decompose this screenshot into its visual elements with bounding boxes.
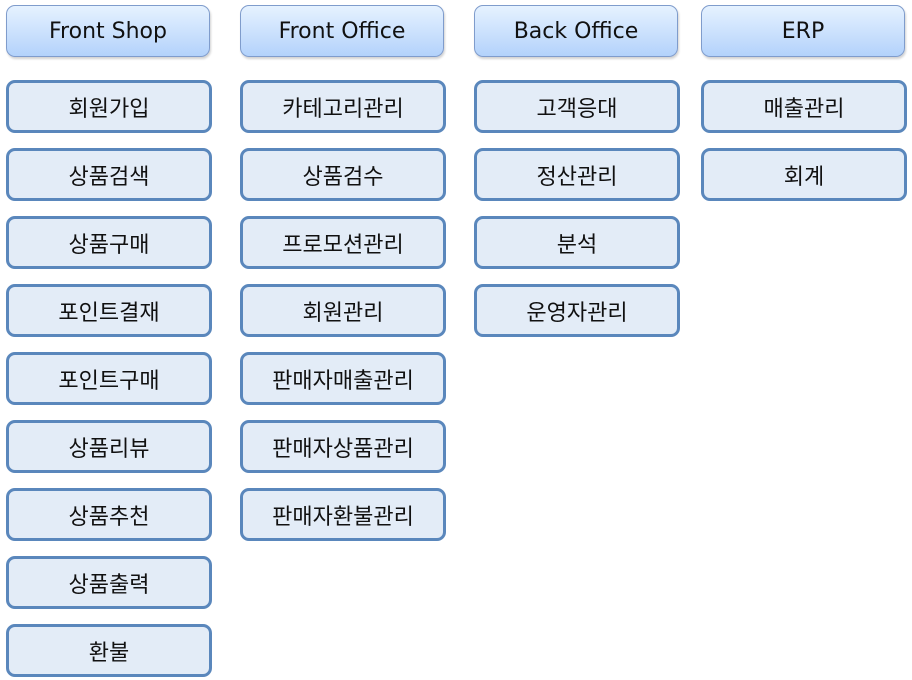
menu-item-box: 상품검수 bbox=[240, 148, 446, 201]
menu-item-box: 회원가입 bbox=[6, 80, 212, 133]
menu-item-box: 프로모션관리 bbox=[240, 216, 446, 269]
menu-item-box: 회원관리 bbox=[240, 284, 446, 337]
menu-item-box: 상품출력 bbox=[6, 556, 212, 609]
menu-item-box: 상품추천 bbox=[6, 488, 212, 541]
menu-item-box: 판매자상품관리 bbox=[240, 420, 446, 473]
column-header: Front Office bbox=[240, 5, 444, 57]
menu-item-box: 판매자매출관리 bbox=[240, 352, 446, 405]
menu-item-box: 회계 bbox=[701, 148, 907, 201]
menu-item-box: 포인트결재 bbox=[6, 284, 212, 337]
menu-item-box: 분석 bbox=[474, 216, 680, 269]
menu-item-box: 판매자환불관리 bbox=[240, 488, 446, 541]
menu-item-box: 매출관리 bbox=[701, 80, 907, 133]
column-header: Back Office bbox=[474, 5, 678, 57]
column-header: Front Shop bbox=[6, 5, 210, 57]
menu-item-box: 포인트구매 bbox=[6, 352, 212, 405]
menu-item-box: 상품검색 bbox=[6, 148, 212, 201]
menu-item-box: 상품구매 bbox=[6, 216, 212, 269]
menu-item-box: 상품리뷰 bbox=[6, 420, 212, 473]
menu-item-box: 고객응대 bbox=[474, 80, 680, 133]
menu-item-box: 정산관리 bbox=[474, 148, 680, 201]
menu-item-box: 환불 bbox=[6, 624, 212, 677]
menu-item-box: 운영자관리 bbox=[474, 284, 680, 337]
column-header: ERP bbox=[701, 5, 905, 57]
menu-item-box: 카테고리관리 bbox=[240, 80, 446, 133]
